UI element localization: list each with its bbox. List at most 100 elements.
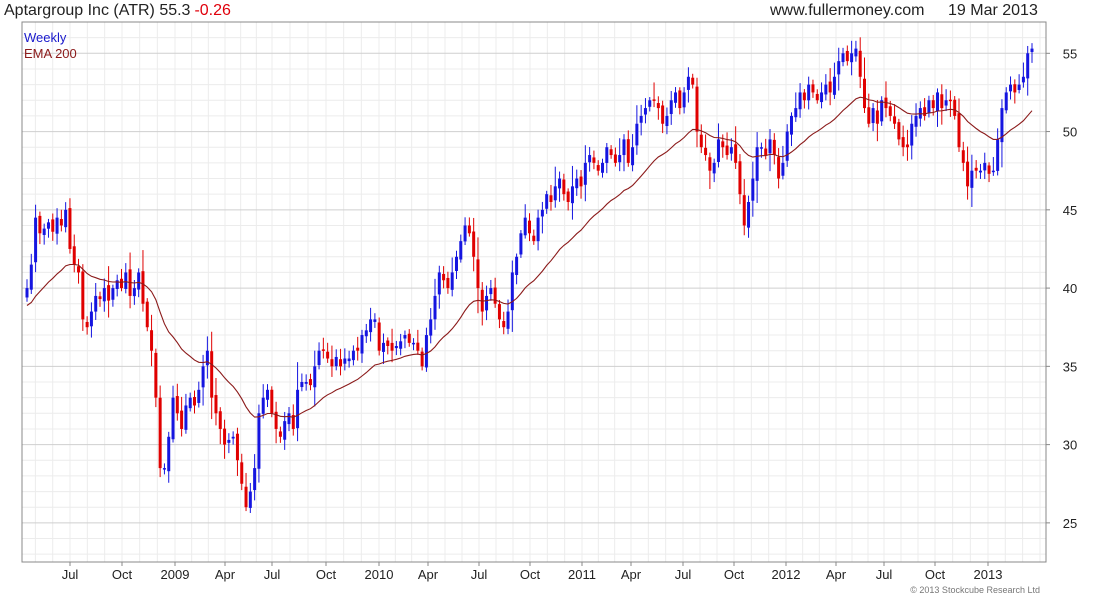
candle-body: [820, 92, 824, 103]
candle-body: [72, 246, 76, 265]
candle-body: [287, 413, 291, 425]
candle-body: [154, 352, 158, 398]
candle-body: [570, 186, 574, 204]
candle-body: [815, 93, 819, 101]
candle-body: [102, 288, 106, 302]
candle-body: [34, 217, 38, 263]
candle-body: [463, 225, 467, 242]
candle-body: [996, 139, 1000, 171]
candle-body: [665, 115, 669, 127]
y-tick-label: 40: [1063, 281, 1077, 296]
x-axis: Jul Oct 2009 Apr Jul Oct 2010 Apr Jul Oct 2011 Apr J…: [62, 562, 1003, 582]
candle-body: [77, 266, 81, 273]
candle-body: [549, 195, 553, 202]
candle-body: [188, 397, 192, 409]
candle-body: [223, 428, 227, 445]
candle-body: [124, 272, 128, 289]
candle-body: [914, 115, 918, 127]
candle-body: [643, 108, 647, 115]
candle-body: [158, 397, 162, 469]
candle-body: [343, 358, 347, 364]
candle-body: [467, 225, 471, 234]
candle-body: [184, 405, 188, 430]
candle-body: [811, 84, 815, 93]
x-tick-label: Oct: [925, 567, 946, 582]
candle-body: [308, 379, 312, 386]
candle-body: [978, 170, 982, 173]
candle-body: [768, 139, 772, 154]
candle-body: [283, 421, 287, 440]
candle-body: [29, 264, 33, 290]
candle-body: [98, 296, 102, 300]
candle-body: [253, 468, 257, 491]
candle-body: [832, 76, 836, 95]
candle-body: [1004, 92, 1008, 111]
x-tick-label: 2010: [365, 567, 394, 582]
candle-body: [734, 144, 738, 163]
candle-body: [652, 99, 656, 101]
candle-body: [699, 134, 703, 148]
candle-body: [983, 162, 987, 171]
candle-body: [150, 330, 154, 351]
candle-body: [828, 81, 832, 93]
candle-body: [605, 147, 609, 163]
candle-body: [905, 144, 909, 148]
candle-body: [261, 397, 265, 414]
x-tick-label: Apr: [215, 567, 236, 582]
candle-body: [588, 155, 592, 163]
legend-entry: EMA 200: [24, 46, 77, 61]
x-tick-label: Jul: [675, 567, 692, 582]
candle-body: [618, 155, 622, 163]
candle-body: [94, 295, 98, 312]
candle-body: [412, 342, 416, 345]
candle-body: [356, 347, 360, 351]
candle-body: [111, 288, 115, 300]
candle-body: [540, 209, 544, 217]
x-tick-label: Oct: [112, 567, 133, 582]
candle-body: [545, 194, 549, 209]
candle-body: [944, 100, 948, 106]
candle-body: [89, 311, 93, 327]
x-tick-label: 2013: [974, 567, 1003, 582]
candle-body: [515, 256, 519, 275]
candle-body: [596, 165, 600, 171]
candle-body: [510, 272, 514, 311]
x-tick-label: Jul: [264, 567, 281, 582]
candle-body: [506, 311, 510, 329]
copyright-notice: © 2013 Stockcube Research Ltd: [910, 585, 1040, 595]
candle-body: [1009, 84, 1013, 92]
candle-body: [897, 122, 901, 140]
candle-body: [781, 162, 785, 176]
candle-body: [493, 287, 497, 304]
candle-body: [824, 84, 828, 95]
candle-body: [626, 139, 630, 163]
candle-body: [420, 351, 424, 367]
candle-body: [764, 148, 768, 156]
candle-body: [497, 304, 501, 320]
candle-body: [682, 92, 686, 108]
candle-body: [180, 410, 184, 429]
candle-body: [785, 131, 789, 161]
candle-body: [927, 100, 931, 114]
candle-body: [716, 139, 720, 162]
candle-body: [725, 145, 729, 156]
candle-body: [364, 330, 368, 337]
candle-body: [772, 139, 776, 156]
candle-body: [802, 92, 806, 101]
candle-body: [197, 389, 201, 403]
candle-body: [442, 273, 446, 281]
major-gridlines: [22, 52, 1046, 524]
candle-body: [867, 107, 871, 124]
candle-body: [1026, 53, 1030, 79]
candle-body: [304, 382, 308, 384]
candle-body: [991, 170, 995, 173]
candle-body: [266, 389, 270, 400]
candle-body: [68, 208, 72, 249]
candle-body: [454, 256, 458, 272]
candle-body: [807, 84, 811, 101]
candle-body: [789, 115, 793, 135]
candle-body: [81, 271, 85, 320]
candle-body: [296, 389, 300, 429]
candle-body: [360, 335, 364, 354]
candle-body: [244, 486, 248, 508]
